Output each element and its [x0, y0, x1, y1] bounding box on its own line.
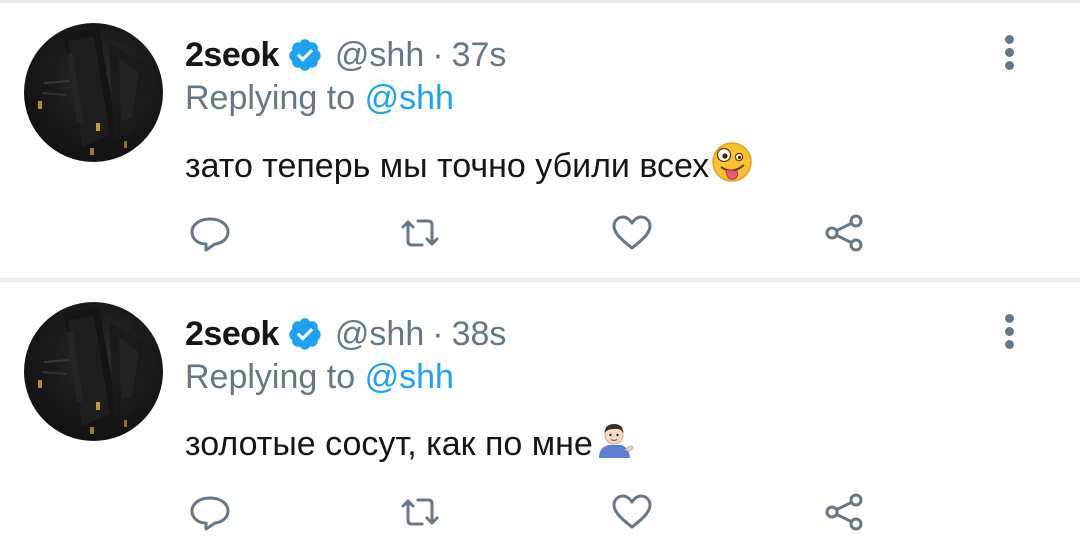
more-options-icon[interactable] [1000, 33, 1018, 73]
replying-prefix: Replying to [185, 79, 356, 117]
reply-icon[interactable] [186, 492, 234, 532]
author-handle[interactable]: @shh [335, 315, 424, 354]
tweet-text: зато теперь мы точно убили всех [185, 141, 753, 192]
tweet[interactable]: 2seok @shh · 38s Replying to @shh золоты… [0, 282, 1080, 557]
tweet-header: 2seok @shh · 37s [185, 31, 506, 79]
replying-to: Replying to @shh [185, 358, 454, 397]
person-tipping-hand-emoji-icon [595, 420, 635, 469]
avatar[interactable] [24, 23, 163, 162]
retweet-icon[interactable] [396, 213, 444, 253]
separator-dot: · [432, 314, 444, 353]
retweet-icon[interactable] [396, 492, 444, 532]
verified-badge-icon [287, 37, 323, 73]
tweet-actions [0, 492, 1080, 532]
like-icon[interactable] [608, 492, 656, 532]
tweet-body: золотые сосут, как по мне [185, 425, 593, 463]
tweet-text: золотые сосут, как по мне [185, 420, 635, 469]
reply-mention-link[interactable]: @shh [365, 358, 454, 396]
zany-face-emoji-icon [711, 141, 753, 192]
avatar[interactable] [24, 302, 163, 441]
more-options-icon[interactable] [1000, 312, 1018, 352]
tweet-body: зато теперь мы точно убили всех [185, 147, 710, 185]
tweet-timestamp[interactable]: 37s [452, 36, 507, 75]
author-name[interactable]: 2seok [185, 315, 279, 354]
tweet-timestamp[interactable]: 38s [452, 315, 507, 354]
tweet-feed: 2seok @shh · 37s Replying to @shh зато т… [0, 0, 1080, 557]
share-icon[interactable] [820, 213, 868, 253]
replying-prefix: Replying to [185, 358, 356, 396]
reply-mention-link[interactable]: @shh [365, 79, 454, 117]
separator-dot: · [432, 35, 444, 74]
tweet-actions [0, 213, 1080, 253]
replying-to: Replying to @shh [185, 79, 454, 118]
author-name[interactable]: 2seok [185, 36, 279, 75]
reply-icon[interactable] [186, 213, 234, 253]
tweet-header: 2seok @shh · 38s [185, 310, 506, 358]
share-icon[interactable] [820, 492, 868, 532]
verified-badge-icon [287, 316, 323, 352]
author-handle[interactable]: @shh [335, 36, 424, 75]
like-icon[interactable] [608, 213, 656, 253]
tweet[interactable]: 2seok @shh · 37s Replying to @shh зато т… [0, 3, 1080, 278]
